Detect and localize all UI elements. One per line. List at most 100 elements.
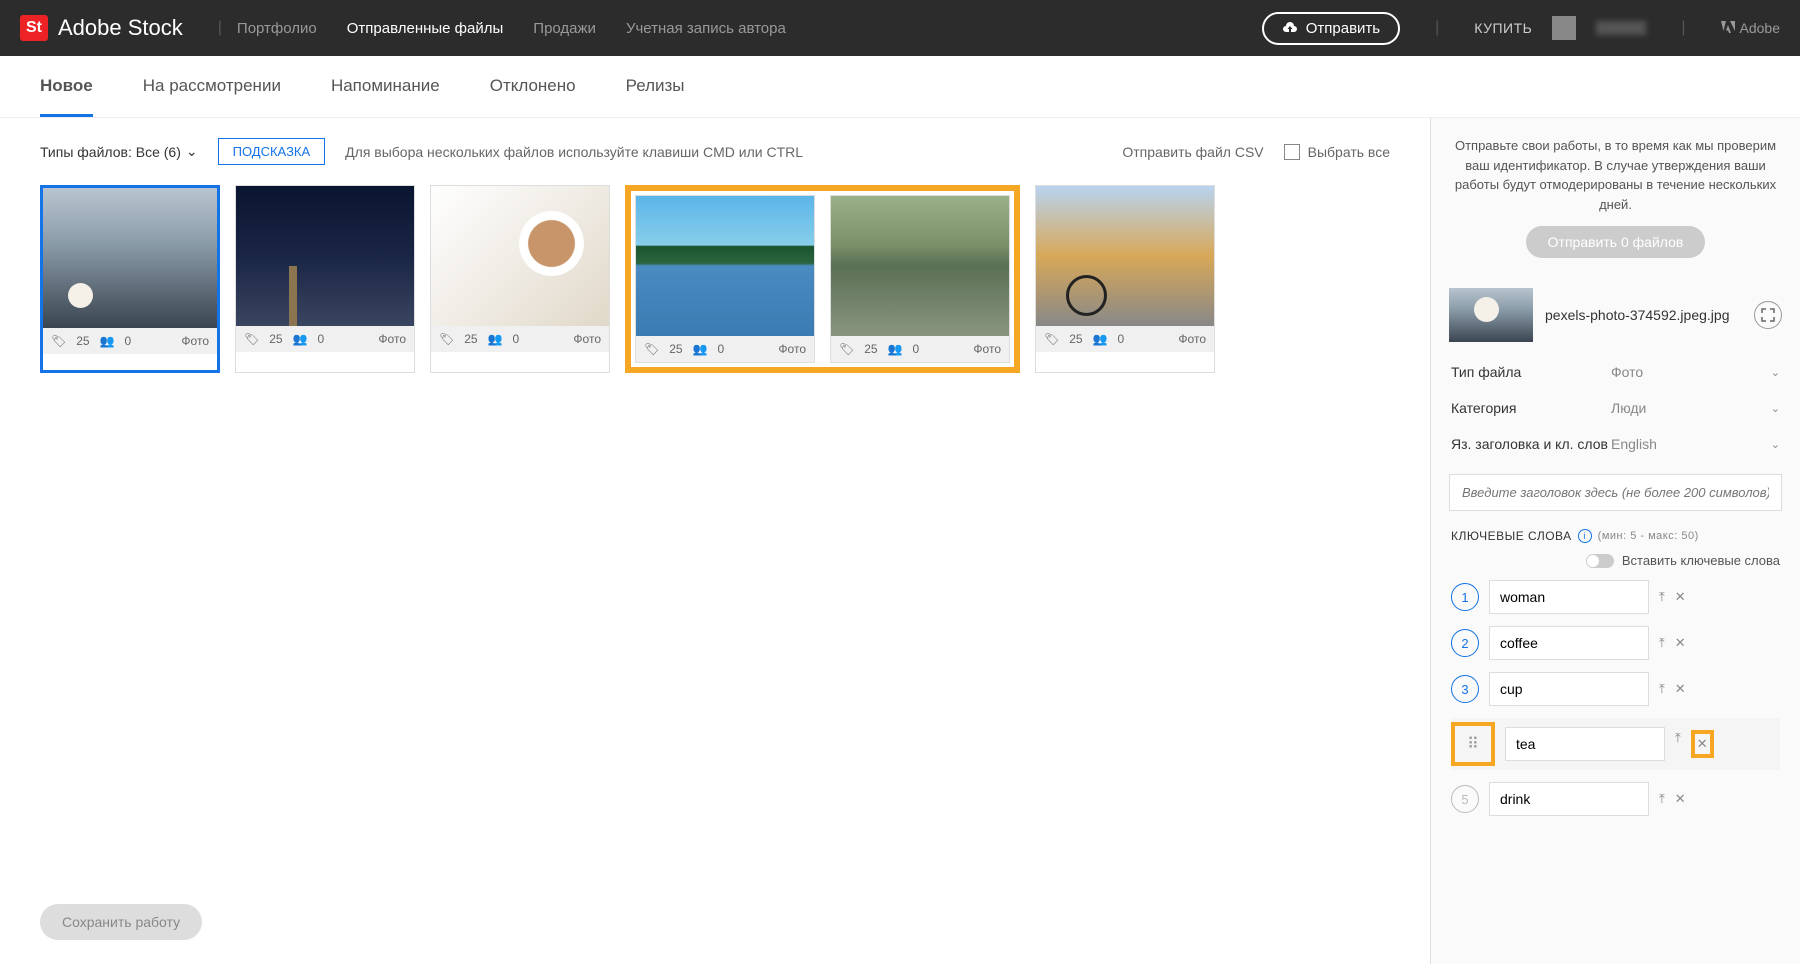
tag-icon: 🏷 <box>439 332 454 346</box>
move-top-icon[interactable]: ⤒ <box>1659 589 1665 605</box>
title-input[interactable] <box>1449 474 1782 511</box>
send-csv-link[interactable]: Отправить файл CSV <box>1122 144 1263 160</box>
upload-button[interactable]: Отправить <box>1262 12 1400 45</box>
move-top-icon[interactable]: ⤒ <box>1659 635 1665 651</box>
nav-sales[interactable]: Продажи <box>533 20 596 37</box>
thumbnail-image <box>831 196 1009 336</box>
chevron-down-icon: ⌄ <box>1771 402 1780 415</box>
checkbox-icon <box>1284 144 1300 160</box>
tip-text: Для выбора нескольких файлов используйте… <box>345 144 803 160</box>
thumbnail[interactable]: 🏷25 👥0 Фото <box>635 195 815 363</box>
thumbnail-meta: 🏷25 👥0 Фото <box>831 336 1009 362</box>
logo-badge: St <box>20 15 48 41</box>
thumbnail[interactable]: 🏷25 👥0 Фото <box>430 185 610 373</box>
topbar: St Adobe Stock | Портфолио Отправленные … <box>0 0 1800 56</box>
select-all[interactable]: Выбрать все <box>1284 144 1390 160</box>
tab-releases[interactable]: Релизы <box>626 76 685 117</box>
send-files-button[interactable]: Отправить 0 файлов <box>1526 226 1706 258</box>
tag-icon: 🏷 <box>1044 332 1059 346</box>
chevron-down-icon: ⌄ <box>186 143 198 160</box>
thumbnail-meta: 🏷25 👥0 Фото <box>636 336 814 362</box>
prop-file-type[interactable]: Тип файла Фото ⌄ <box>1431 354 1800 390</box>
thumbnail-grid: 🏷25 👥0 Фото 🏷25 👥0 Фото 🏷25 👥0 Ф <box>40 185 1390 373</box>
tab-declined[interactable]: Отклонено <box>490 76 576 117</box>
thumbnail[interactable]: 🏷25 👥0 Фото <box>235 185 415 373</box>
drag-handle-highlight: ⠿ <box>1451 722 1495 766</box>
tag-icon: 🏷 <box>644 342 659 356</box>
thumbnail-meta: 🏷25 👥0 Фото <box>1036 326 1214 352</box>
keyword-input[interactable] <box>1489 580 1649 614</box>
tabs-bar: Новое На рассмотрении Напоминание Отклон… <box>0 56 1800 118</box>
buy-link[interactable]: КУПИТЬ <box>1474 20 1532 36</box>
keyword-num: 3 <box>1451 675 1479 703</box>
thumbnail[interactable]: 🏷25 👥0 Фото <box>40 185 220 373</box>
keyword-list: 1 ⤒ ✕ 2 ⤒ ✕ 3 ⤒ ✕ <box>1431 580 1800 828</box>
keyword-num: 5 <box>1451 785 1479 813</box>
keyword-num: 2 <box>1451 629 1479 657</box>
nav-portfolio[interactable]: Портфолио <box>237 20 317 37</box>
file-types-dropdown[interactable]: Типы файлов: Все (6) ⌄ <box>40 143 198 160</box>
thumbnail-image <box>43 188 217 328</box>
tip-button[interactable]: ПОДСКАЗКА <box>218 138 326 165</box>
keyword-row: ⠿ ⤒ ✕ <box>1451 718 1780 770</box>
remove-icon[interactable]: ✕ <box>1675 791 1686 807</box>
filename: pexels-photo-374592.jpeg.jpg <box>1545 307 1742 323</box>
prop-language[interactable]: Яз. заголовка и кл. слов English ⌄ <box>1431 426 1800 462</box>
paste-toggle[interactable] <box>1586 554 1614 568</box>
thumbnail-image <box>1036 186 1214 326</box>
keyword-num: 1 <box>1451 583 1479 611</box>
tag-icon: 🏷 <box>839 342 854 356</box>
tab-reminder[interactable]: Напоминание <box>331 76 440 117</box>
move-top-icon[interactable]: ⤒ <box>1659 791 1665 807</box>
remove-icon[interactable]: ✕ <box>1675 635 1686 651</box>
avatar[interactable] <box>1552 16 1576 40</box>
thumbnail-image <box>236 186 414 326</box>
remove-icon[interactable]: ✕ <box>1675 589 1686 605</box>
adobe-icon <box>1721 21 1735 35</box>
cloud-upload-icon <box>1282 20 1298 37</box>
people-icon: 👥 <box>693 342 708 356</box>
divider: | <box>1681 19 1685 37</box>
nav-account[interactable]: Учетная запись автора <box>626 20 786 37</box>
keyword-input[interactable] <box>1489 782 1649 816</box>
people-icon: 👥 <box>888 342 903 356</box>
tab-new[interactable]: Новое <box>40 76 93 117</box>
move-top-icon[interactable]: ⤒ <box>1675 730 1681 758</box>
toolbar: Типы файлов: Все (6) ⌄ ПОДСКАЗКА Для выб… <box>40 138 1390 165</box>
remove-icon[interactable]: ✕ <box>1697 736 1708 751</box>
notice: Отправьте свои работы, в то время как мы… <box>1431 118 1800 276</box>
expand-button[interactable] <box>1754 301 1782 329</box>
user-name <box>1596 21 1646 35</box>
chevron-down-icon: ⌄ <box>1771 438 1780 451</box>
tag-icon: 🏷 <box>51 334 66 348</box>
tab-review[interactable]: На рассмотрении <box>143 76 281 117</box>
detail-header: pexels-photo-374592.jpeg.jpg <box>1431 276 1800 354</box>
keyword-row: 1 ⤒ ✕ <box>1451 580 1780 614</box>
keyword-input[interactable] <box>1489 626 1649 660</box>
move-top-icon[interactable]: ⤒ <box>1659 681 1665 697</box>
adobe-link[interactable]: Adobe <box>1721 20 1780 36</box>
notice-text: Отправьте свои работы, в то время как мы… <box>1453 136 1778 214</box>
keyword-row: 2 ⤒ ✕ <box>1451 626 1780 660</box>
remove-icon[interactable]: ✕ <box>1675 681 1686 697</box>
info-icon[interactable]: i <box>1578 529 1592 543</box>
people-icon: 👥 <box>1093 332 1108 346</box>
prop-category[interactable]: Категория Люди ⌄ <box>1431 390 1800 426</box>
thumbnail[interactable]: 🏷25 👥0 Фото <box>830 195 1010 363</box>
keyword-row: 5 ⤒ ✕ <box>1451 782 1780 816</box>
thumbnail-meta: 🏷25 👥0 Фото <box>236 326 414 352</box>
paste-keywords-row: Вставить ключевые слова <box>1431 549 1800 580</box>
nav-uploads[interactable]: Отправленные файлы <box>347 20 504 37</box>
save-button[interactable]: Сохранить работу <box>40 904 202 940</box>
thumbnail[interactable]: 🏷25 👥0 Фото <box>1035 185 1215 373</box>
thumbnail-image <box>431 186 609 326</box>
drag-handle-icon[interactable]: ⠿ <box>1457 728 1489 760</box>
divider: | <box>1435 19 1439 37</box>
nav-links: Портфолио Отправленные файлы Продажи Уче… <box>237 20 786 37</box>
detail-thumb <box>1449 288 1533 342</box>
topbar-right: Отправить | КУПИТЬ | Adobe <box>1262 12 1780 45</box>
keyword-input[interactable] <box>1505 727 1665 761</box>
thumbnail-meta: 🏷25 👥0 Фото <box>431 326 609 352</box>
keyword-input[interactable] <box>1489 672 1649 706</box>
tag-icon: 🏷 <box>244 332 259 346</box>
